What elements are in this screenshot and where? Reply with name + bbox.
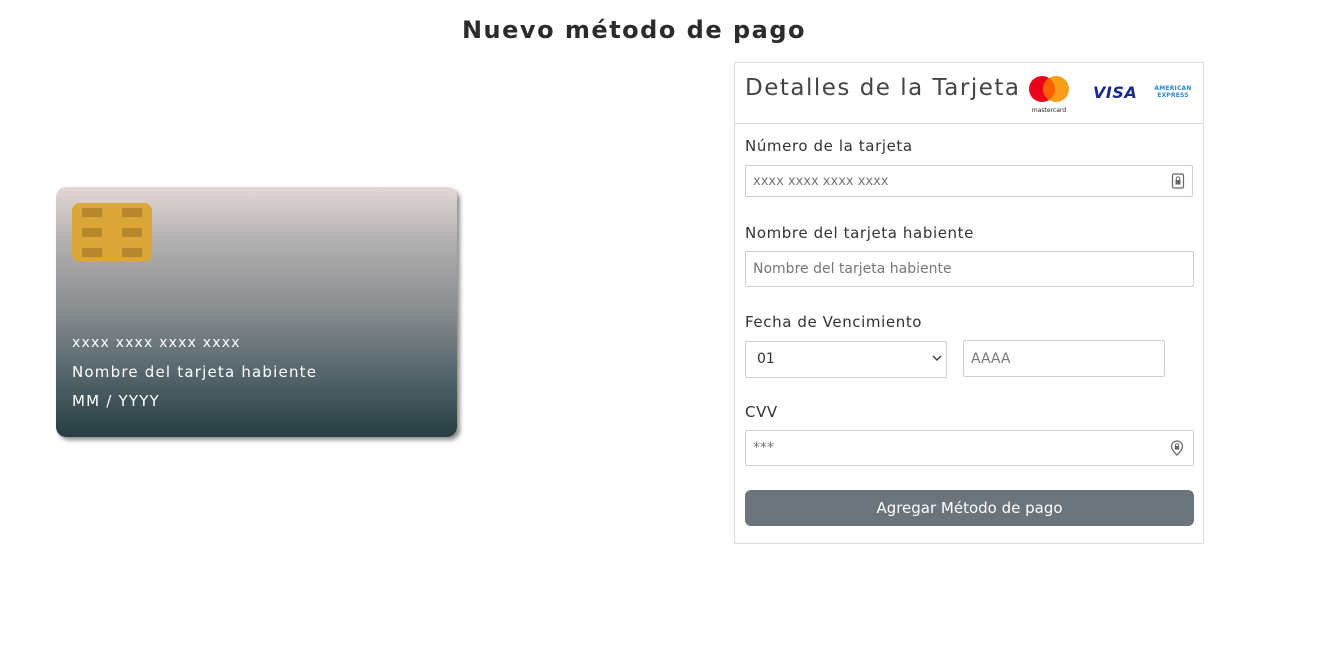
expiry-year-input[interactable] bbox=[963, 340, 1165, 377]
cvv-input[interactable] bbox=[745, 430, 1194, 466]
card-number-label: Número de la tarjeta bbox=[745, 137, 913, 155]
card-preview: xxxx xxxx xxxx xxxx Nombre del tarjeta h… bbox=[56, 187, 457, 437]
holder-name-label: Nombre del tarjeta habiente bbox=[745, 224, 974, 242]
card-lock-icon bbox=[1171, 173, 1185, 189]
panel-title: Detalles de la Tarjeta bbox=[745, 75, 1021, 101]
svg-text:mastercard: mastercard bbox=[1032, 107, 1066, 114]
page-title: Nuevo método de pago bbox=[461, 16, 807, 44]
chevron-down-icon bbox=[931, 351, 943, 365]
amex-logo: AMERICAN EXPRESS bbox=[1154, 85, 1192, 99]
card-number-input[interactable] bbox=[745, 165, 1193, 197]
location-lock-icon bbox=[1170, 440, 1184, 456]
cvv-label: CVV bbox=[745, 403, 778, 421]
card-details-panel: Detalles de la Tarjeta mastercard VISA A… bbox=[734, 62, 1204, 544]
expiry-month-select[interactable]: 01 bbox=[745, 341, 947, 378]
holder-name-input[interactable] bbox=[745, 251, 1194, 287]
expiry-month-value: 01 bbox=[757, 351, 775, 367]
card-chip-icon bbox=[72, 203, 152, 262]
panel-header: Detalles de la Tarjeta mastercard VISA A… bbox=[735, 63, 1203, 124]
add-payment-method-button[interactable]: Agregar Método de pago bbox=[745, 490, 1194, 526]
mastercard-logo: mastercard bbox=[1027, 72, 1071, 114]
visa-logo: VISA bbox=[1093, 83, 1138, 102]
card-preview-number: xxxx xxxx xxxx xxxx bbox=[72, 335, 241, 351]
card-preview-holder: Nombre del tarjeta habiente bbox=[72, 363, 318, 381]
card-preview-expiry: MM / YYYY bbox=[72, 392, 160, 410]
expiry-label: Fecha de Vencimiento bbox=[745, 313, 923, 331]
